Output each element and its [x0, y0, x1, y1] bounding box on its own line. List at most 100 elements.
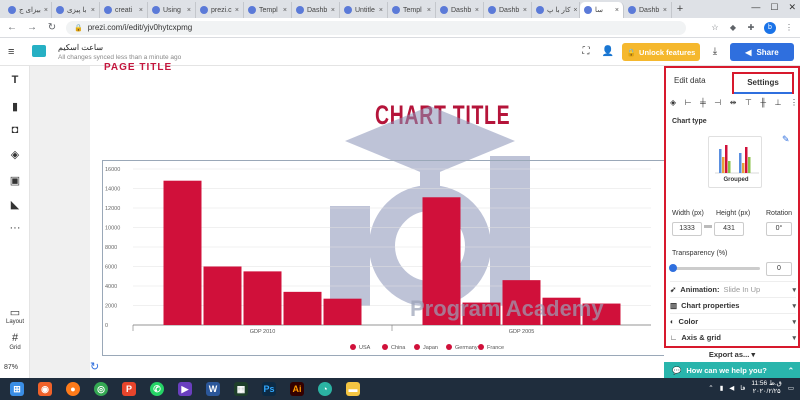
axis-grid-section[interactable]: ∟ Axis & grid ▾: [670, 329, 796, 345]
tab-close-icon[interactable]: ×: [663, 7, 667, 14]
export-as-button[interactable]: Export as... ▾: [664, 348, 800, 362]
tab-close-icon[interactable]: ×: [283, 7, 287, 14]
grouped-bar-chart[interactable]: 0 2000 4000 6000 8000 10000 12000 14000 16000 GDP…: [103, 161, 668, 357]
align-middle-v-icon[interactable]: ╫: [760, 98, 766, 107]
height-input[interactable]: 431: [714, 222, 744, 236]
more-tools-icon[interactable]: ···: [8, 222, 22, 236]
color-section[interactable]: ◐ Color ▾: [670, 313, 796, 329]
tab-close-icon[interactable]: ×: [235, 7, 239, 14]
layer-icon[interactable]: ◈: [670, 98, 676, 107]
align-top-icon[interactable]: ⊤: [745, 98, 752, 107]
slide[interactable]: PAGE TITLE CHART TITLE 02000400060008000…: [90, 62, 670, 378]
url-input[interactable]: 🔒 prezi.com/i/edit/yjv0hytcxpmg: [66, 20, 686, 35]
fullscreen-icon[interactable]: ⛶: [578, 44, 594, 60]
width-input[interactable]: 1333: [672, 222, 702, 236]
browser-tab[interactable]: Dashb ×: [624, 2, 672, 18]
transparency-slider-knob[interactable]: [669, 264, 677, 272]
reload-icon[interactable]: ↻: [46, 22, 58, 33]
more-menu-icon[interactable]: ⋮: [784, 23, 794, 33]
notification-icon[interactable]: ▭: [788, 384, 794, 392]
browser-tab[interactable]: Templ ×: [244, 2, 292, 18]
share-button[interactable]: ◀ Share: [730, 43, 794, 61]
hamburger-menu-icon[interactable]: ≡: [8, 46, 14, 58]
tab-close-icon[interactable]: ×: [139, 7, 143, 14]
browser-tab[interactable]: Using ×: [148, 2, 196, 18]
bar[interactable]: [163, 180, 202, 325]
browser-tab[interactable]: Dashb ×: [292, 2, 340, 18]
taskbar-app[interactable]: P: [116, 379, 142, 399]
close-window-icon[interactable]: ✕: [788, 2, 796, 13]
volume-icon[interactable]: ◀: [729, 384, 734, 392]
comment-icon[interactable]: [32, 45, 46, 57]
image-tool-icon[interactable]: ▣: [8, 174, 22, 188]
tab-close-icon[interactable]: ×: [187, 7, 191, 14]
new-tab-button[interactable]: +: [672, 2, 688, 18]
tab-settings[interactable]: Settings: [732, 72, 794, 94]
browser-tab[interactable]: prezi.c ×: [196, 2, 244, 18]
extension-icon[interactable]: ◆: [728, 23, 738, 33]
help-chat-button[interactable]: 💬 How can we help you? ⌃: [664, 362, 800, 378]
page-title[interactable]: PAGE TITLE: [104, 62, 172, 73]
tab-close-icon[interactable]: ×: [91, 7, 95, 14]
tab-close-icon[interactable]: ×: [615, 7, 619, 14]
browser-tab[interactable]: Dashb ×: [484, 2, 532, 18]
tab-edit-data[interactable]: Edit data: [674, 76, 706, 85]
unlock-features-button[interactable]: 🔒 Unlock features: [622, 43, 700, 61]
network-icon[interactable]: ▮: [720, 384, 724, 392]
align-center-h-icon[interactable]: ╪: [700, 98, 706, 107]
align-right-icon[interactable]: ⊣: [714, 98, 721, 107]
layout-icon[interactable]: ▭: [8, 306, 22, 320]
aspect-lock-icon[interactable]: [704, 225, 712, 228]
chart-properties-section[interactable]: ▥ Chart properties ▾: [670, 297, 796, 313]
taskbar-app[interactable]: ◎: [88, 379, 114, 399]
tab-close-icon[interactable]: ×: [331, 7, 335, 14]
shapes-tool-icon[interactable]: ◘: [8, 124, 22, 138]
layers-tool-icon[interactable]: ◈: [8, 148, 22, 162]
bar[interactable]: [323, 298, 362, 325]
forward-icon[interactable]: →: [26, 22, 38, 33]
taskbar-app[interactable]: ▦: [228, 379, 254, 399]
minimize-icon[interactable]: —: [751, 2, 760, 13]
taskbar-app[interactable]: ◉: [32, 379, 58, 399]
collaborators-icon[interactable]: 👤: [600, 44, 616, 60]
taskbar-app[interactable]: ◔: [312, 379, 338, 399]
bar[interactable]: [283, 291, 322, 325]
download-icon[interactable]: ⤓: [707, 44, 723, 60]
bar[interactable]: [203, 266, 242, 326]
animation-section[interactable]: ➹ Animation: Slide In Up ▾: [670, 281, 796, 297]
browser-tab[interactable]: با پیزی ×: [52, 2, 100, 18]
browser-tab[interactable]: creati ×: [100, 2, 148, 18]
bar[interactable]: [243, 271, 282, 325]
start-button[interactable]: ⊞: [4, 379, 30, 399]
browser-tab[interactable]: Templ ×: [388, 2, 436, 18]
align-left-icon[interactable]: ⊢: [685, 98, 692, 107]
document-title[interactable]: ساعت اسکیم: [58, 43, 103, 52]
rotation-input[interactable]: 0°: [766, 222, 792, 236]
tab-close-icon[interactable]: ×: [44, 7, 48, 14]
tab-close-icon[interactable]: ×: [573, 7, 577, 14]
chart-frame[interactable]: 0 2000 4000 6000 8000 10000 12000 14000 16000 GDP…: [102, 160, 667, 356]
chart-tool-icon[interactable]: ▮: [8, 100, 22, 114]
browser-tab[interactable]: Dashb ×: [436, 2, 484, 18]
distribute-v-icon[interactable]: ⋮: [790, 98, 798, 107]
tab-close-icon[interactable]: ×: [475, 7, 479, 14]
tab-close-icon[interactable]: ×: [379, 7, 383, 14]
maximize-icon[interactable]: ☐: [770, 2, 778, 13]
puzzle-icon[interactable]: ✚: [746, 23, 756, 33]
taskbar-app[interactable]: Ai: [284, 379, 310, 399]
edit-chart-type-icon[interactable]: ✎: [782, 134, 790, 145]
transparency-slider[interactable]: [672, 267, 760, 270]
browser-tab[interactable]: بیزای ج ×: [4, 2, 52, 18]
taskbar-app[interactable]: ✆: [144, 379, 170, 399]
back-icon[interactable]: ←: [6, 22, 18, 33]
taskbar-app[interactable]: ▬: [340, 379, 366, 399]
text-tool-icon[interactable]: T: [8, 74, 22, 88]
tray-up-icon[interactable]: ⌃: [708, 384, 713, 392]
taskbar-app[interactable]: Ps: [256, 379, 282, 399]
browser-tab[interactable]: کار با پ ×: [532, 2, 580, 18]
taskbar-app[interactable]: ▶: [172, 379, 198, 399]
browser-tab[interactable]: Untitle ×: [340, 2, 388, 18]
profile-avatar[interactable]: b: [764, 21, 776, 34]
chart-type-selector[interactable]: Grouped: [708, 136, 762, 188]
zoom-level[interactable]: 87%: [4, 364, 18, 371]
